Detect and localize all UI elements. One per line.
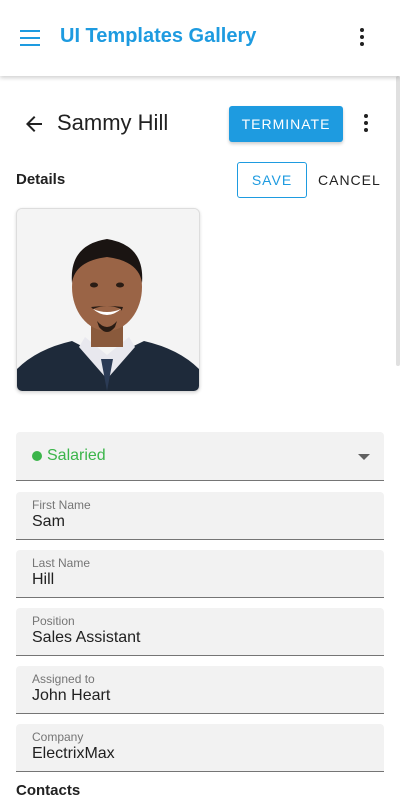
company-label: Company [32, 730, 84, 744]
terminate-button[interactable]: TERMINATE [229, 106, 343, 142]
more-options-icon[interactable] [363, 114, 369, 134]
last-name-label: Last Name [32, 556, 91, 570]
assigned-to-field[interactable]: Assigned to [16, 666, 384, 714]
app-bar: UI Templates Gallery [0, 0, 400, 76]
status-select[interactable]: Salaried [16, 432, 384, 481]
status-value: Salaried [47, 447, 106, 464]
menu-icon[interactable] [20, 30, 40, 46]
company-input[interactable] [32, 745, 372, 763]
page-title: Sammy Hill [57, 110, 169, 135]
first-name-label: First Name [32, 498, 91, 512]
first-name-field[interactable]: First Name [16, 492, 384, 540]
save-button[interactable]: SAVE [237, 162, 307, 198]
position-field[interactable]: Position [16, 608, 384, 656]
status-dot [32, 451, 42, 461]
position-label: Position [32, 614, 75, 628]
assigned-to-input[interactable] [32, 687, 372, 705]
assigned-to-label: Assigned to [32, 672, 95, 686]
company-field[interactable]: Company [16, 724, 384, 772]
dropdown-arrow-icon[interactable] [358, 454, 370, 460]
more-vert-icon[interactable] [359, 28, 365, 48]
back-arrow-icon[interactable] [22, 112, 46, 136]
employee-photo [16, 208, 200, 392]
scrollbar[interactable] [396, 76, 400, 366]
last-name-input[interactable] [32, 571, 372, 589]
app-title: UI Templates Gallery [60, 25, 257, 47]
details-heading: Details [16, 171, 66, 188]
contacts-heading: Contacts [16, 782, 81, 799]
last-name-field[interactable]: Last Name [16, 550, 384, 598]
cancel-button[interactable]: CANCEL [312, 162, 384, 198]
position-input[interactable] [32, 629, 372, 647]
first-name-input[interactable] [32, 513, 372, 531]
